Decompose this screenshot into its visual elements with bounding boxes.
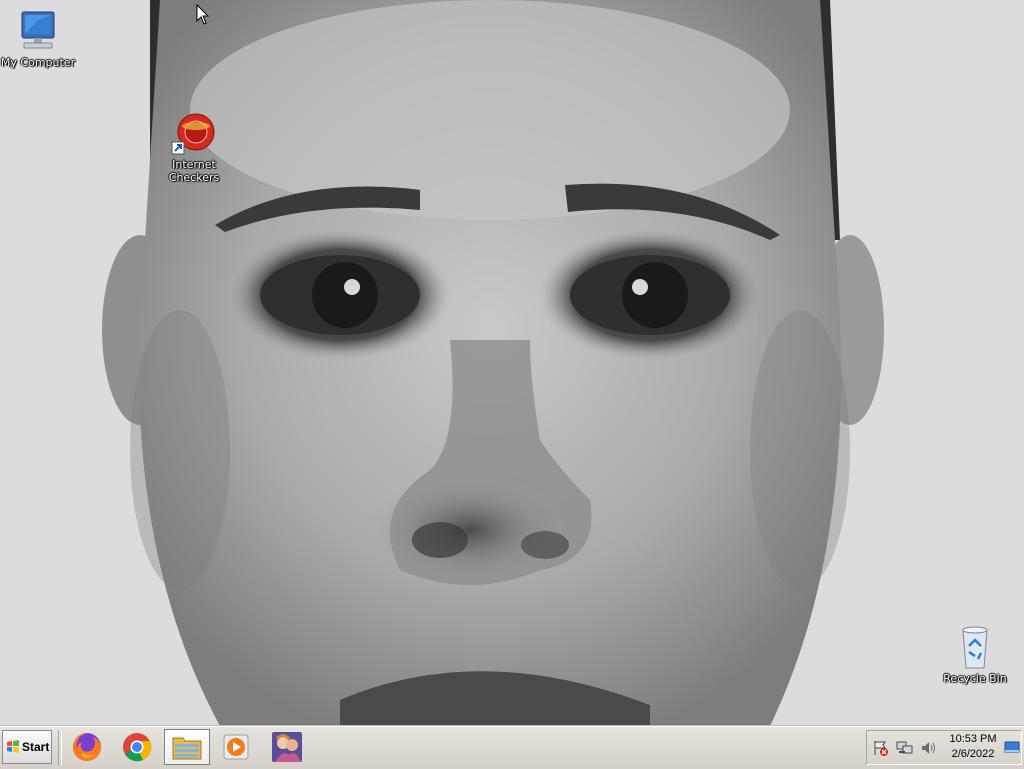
taskbar-app-file-explorer[interactable] [164,729,210,765]
desktop-icon-label: My Computer [0,56,76,69]
taskbar-separator [58,731,62,765]
action-center-flag-icon[interactable] [872,739,890,757]
taskbar-app-firefox[interactable] [64,729,110,765]
desktop-icon-label-line-1: Internet [172,158,216,171]
desktop-icon-label-line-2: Checkers [168,171,220,184]
show-desktop-icon[interactable] [1004,739,1020,755]
recycle-bin-icon [951,626,999,670]
clock-date: 2/6/2022 [951,748,995,760]
network-icon[interactable] [896,739,914,757]
taskbar-app-media-player[interactable] [213,729,259,765]
taskbar-clock[interactable]: 10:53 PM 2/6/2022 [940,732,1006,762]
windows-logo-icon [7,740,19,753]
taskbar: Start 10:53 PM 2/6/2022 [0,726,1024,769]
folder-icon [172,737,202,760]
mouse-pointer-icon [196,4,210,25]
computer-icon [14,10,62,54]
desktop-icon-my-computer[interactable]: My Computer [0,10,76,69]
desktop[interactable]: My Computer Internet Checkers Recycle Bi… [0,0,1024,726]
desktop-icon-recycle-bin[interactable]: Recycle Bin [937,626,1013,685]
volume-icon[interactable] [920,739,938,757]
desktop-icon-internet-checkers[interactable]: Internet Checkers [156,112,232,184]
firefox-icon [73,733,101,761]
start-label: Start [22,740,50,754]
chrome-icon [123,733,152,762]
start-button[interactable]: Start [2,730,52,764]
taskbar-app-game[interactable] [264,729,310,765]
desktop-icon-label: Recycle Bin [943,672,1007,685]
game-icon [272,732,302,762]
clock-time: 10:53 PM [949,733,997,745]
wallpaper-face-image [0,0,1024,726]
media-player-icon [223,734,249,760]
taskbar-app-chrome[interactable] [114,729,160,765]
internet-checkers-icon [170,112,218,156]
